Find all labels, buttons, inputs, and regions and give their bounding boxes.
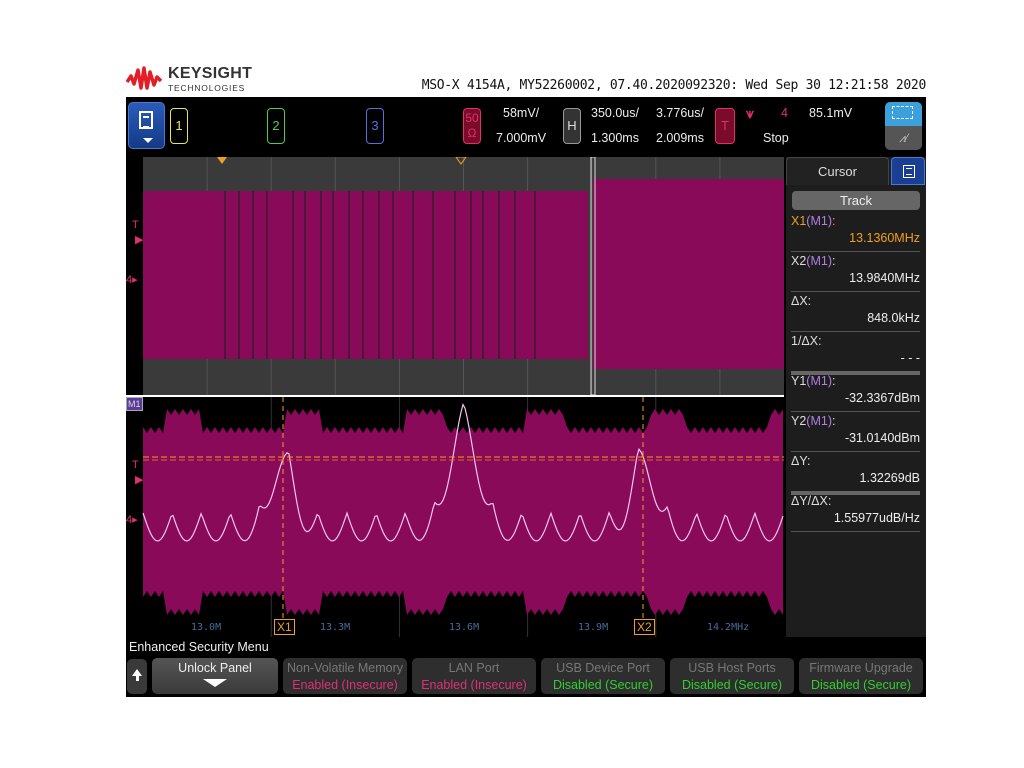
cursor-row-value: 1.32269dB: [859, 471, 920, 485]
cursor-row-value: -31.0140dBm: [844, 431, 920, 445]
freq-tick-label: 14.2MHz: [707, 622, 750, 633]
security-item-label: USB Host Ports: [688, 661, 776, 675]
menu-icon: [903, 165, 915, 178]
cursor-row-3: 1/ΔX: - - -: [791, 334, 920, 365]
cursor-row-0: X1(M1): 13.1360MHz: [791, 214, 920, 245]
cursor-row-5: Y2(M1): -31.0140dBm: [791, 414, 920, 445]
ch4-scale[interactable]: 58mV/: [503, 106, 539, 120]
timebase[interactable]: 350.0us/: [591, 106, 639, 120]
trigger-edge-icon: ⩛: [746, 105, 754, 121]
measure-icon[interactable]: ⩘⁄: [885, 126, 922, 150]
security-item-lan-port[interactable]: LAN Port Enabled (Insecure): [412, 658, 536, 694]
menu-icon: [139, 111, 153, 129]
main-menu-button[interactable]: [128, 102, 165, 149]
security-item-usb-device-port[interactable]: USB Device Port Disabled (Secure): [541, 658, 665, 694]
toolbar: 1 2 3 50 Ω 58mV/ 7.000mV H 350.0us/ 1.30…: [126, 97, 926, 155]
oscilloscope-display: 1 2 3 50 Ω 58mV/ 7.000mV H 350.0us/ 1.30…: [126, 97, 926, 697]
cursor-row-1: X2(M1): 13.9840MHz: [791, 254, 920, 285]
security-item-label: Firmware Upgrade: [809, 661, 913, 675]
brand-name: KEYSIGHT: [168, 65, 253, 82]
channel-3-button[interactable]: 3: [366, 108, 384, 144]
cursor-row-value: 13.1360MHz: [849, 231, 920, 245]
instrument-header: MSO-X 4154A, MY52260002, 07.40.202009232…: [421, 78, 927, 93]
zoom-position[interactable]: 2.009ms: [656, 131, 704, 145]
delay[interactable]: 1.300ms: [591, 131, 639, 145]
security-item-label: Non-Volatile Memory: [286, 661, 403, 675]
cursor-panel: Cursor Track X1(M1): 13.1360MHz X2(M1): 13.…: [786, 157, 926, 637]
divider: [791, 251, 920, 252]
track-button[interactable]: Track: [792, 191, 920, 210]
freq-tick-label: 13.3M: [320, 622, 351, 633]
security-menu: Enhanced Security Menu Unlock Panel Non-…: [126, 637, 926, 697]
channel-4-impedance-button[interactable]: 50 Ω: [463, 108, 481, 144]
cursor-row-value: -32.3367dBm: [844, 391, 920, 405]
security-item-status: Disabled (Secure): [681, 678, 783, 692]
trigger-button[interactable]: T: [715, 108, 735, 144]
zoom-select-icon[interactable]: [885, 102, 922, 126]
ch4-offset[interactable]: 7.000mV: [496, 131, 546, 145]
impedance-value: 50: [465, 111, 479, 125]
trigger-level[interactable]: 85.1mV: [809, 106, 852, 120]
cursor-row-2: ΔX: 848.0kHz: [791, 294, 920, 325]
cursor-row-label: ΔY/ΔX:: [791, 494, 832, 508]
cursor-row-value: - - -: [900, 351, 920, 365]
ch4-zoomed-region: [593, 179, 784, 369]
security-menu-title: Enhanced Security Menu: [129, 640, 269, 654]
keysight-logo: KEYSIGHT TECHNOLOGIES: [126, 66, 252, 93]
waveform-svg: [126, 157, 784, 637]
cursor-x2-handle[interactable]: X2: [634, 619, 655, 635]
tab-cursor[interactable]: Cursor: [786, 157, 889, 185]
security-item-label: USB Device Port: [556, 661, 650, 675]
cursor-row-label: X1(M1):: [791, 214, 836, 228]
run-status: Stop: [763, 131, 789, 145]
freq-tick-label: 13.0M: [191, 622, 222, 633]
security-item-firmware-upgrade[interactable]: Firmware Upgrade Disabled (Secure): [799, 658, 923, 694]
cursor-row-label: Y1(M1):: [791, 374, 836, 388]
channel-1-button[interactable]: 1: [170, 108, 188, 144]
cursor-row-label: ΔX:: [791, 294, 812, 308]
security-item-non-volatile-memory[interactable]: Non-Volatile Memory Enabled (Insecure): [283, 658, 407, 694]
security-item-usb-host-ports[interactable]: USB Host Ports Disabled (Secure): [670, 658, 794, 694]
cursor-row-value: 848.0kHz: [867, 311, 920, 325]
security-item-status: Disabled (Secure): [810, 678, 912, 692]
security-item-status: Enabled (Insecure): [421, 678, 527, 692]
menu-up-button[interactable]: [127, 659, 147, 694]
unlock-panel-label: Unlock Panel: [178, 661, 252, 675]
security-item-status: Enabled (Insecure): [292, 678, 398, 692]
chevron-down-icon: [143, 138, 153, 143]
panel-menu-button[interactable]: [891, 157, 925, 185]
cursor-row-label: ΔY:: [791, 454, 811, 468]
divider: [791, 291, 920, 292]
waveform-area[interactable]: T ▶ 4▸ M1 T ▶ 4▸ 13.0M 13.3M 13.6M 13.9M 14.…: [126, 157, 784, 637]
arrow-down-icon: [203, 679, 227, 687]
horizontal-button[interactable]: H: [563, 108, 581, 144]
divider: [791, 331, 920, 332]
cursor-row-value: 13.9840MHz: [849, 271, 920, 285]
unlock-panel-button[interactable]: Unlock Panel: [152, 658, 278, 694]
cursor-row-7: ΔY/ΔX: 1.55977udB/Hz: [791, 494, 920, 525]
touch-mode-control[interactable]: ⩘⁄: [885, 102, 922, 150]
brand-sub: TECHNOLOGIES: [168, 83, 246, 93]
freq-tick-label: 13.6M: [449, 622, 480, 633]
trigger-source[interactable]: 4: [781, 106, 788, 120]
cursor-row-label: 1/ΔX:: [791, 334, 822, 348]
fft-envelope: [143, 409, 783, 615]
divider: [791, 411, 920, 412]
security-item-status: Disabled (Secure): [552, 678, 654, 692]
cursor-row-6: ΔY: 1.32269dB: [791, 454, 920, 485]
security-item-label: LAN Port: [448, 661, 500, 675]
cursor-x1-handle[interactable]: X1: [274, 619, 295, 635]
zoom-timebase[interactable]: 3.776us/: [656, 106, 704, 120]
freq-tick-label: 13.9M: [578, 622, 609, 633]
cursor-row-4: Y1(M1): -32.3367dBm: [791, 374, 920, 405]
ohm-icon: Ω: [467, 126, 477, 140]
cursor-row-label: Y2(M1):: [791, 414, 836, 428]
keysight-wave-icon: [126, 66, 162, 90]
ch4-burst-region: [143, 191, 588, 359]
divider: [791, 531, 920, 532]
channel-2-button[interactable]: 2: [267, 108, 285, 144]
divider: [791, 451, 920, 452]
cursor-row-label: X2(M1):: [791, 254, 836, 268]
cursor-row-value: 1.55977udB/Hz: [833, 511, 920, 525]
